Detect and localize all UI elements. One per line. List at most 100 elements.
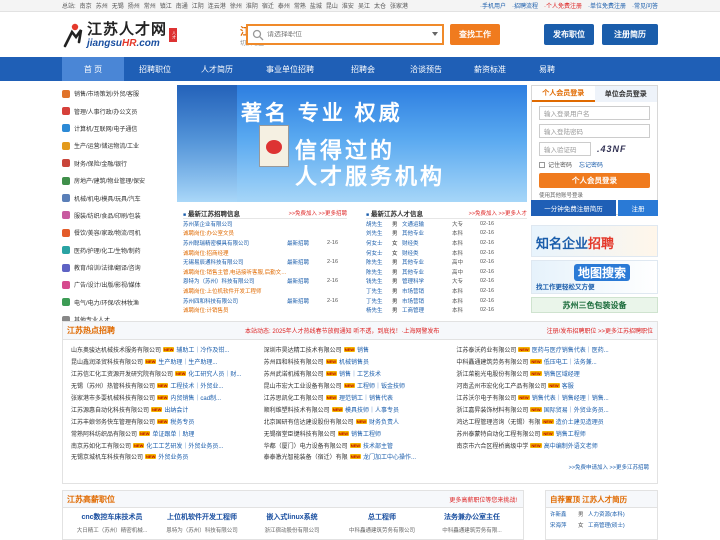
hot-company[interactable]: 江苏泰沃药业有限公司: [456, 345, 516, 354]
high-salary-job[interactable]: 法务兼办公室主任: [429, 512, 515, 522]
hot-job-row[interactable]: 无锡宿堂臣键科技有限公司 NEW 销售工程师: [264, 427, 457, 439]
hot-job-row[interactable]: 江苏丰娘邻务快车管理有限公司 NEW 税务专员: [71, 415, 264, 427]
talent-row[interactable]: 丁先生男市场营销 本科 02-16: [366, 286, 527, 296]
hot-job-titles[interactable]: 销售工程师: [351, 429, 381, 438]
hot-company[interactable]: 鸿达工程管理咨询（无锡）有限: [456, 417, 540, 426]
hot-job-row[interactable]: 深圳市昊达精工技术有限公司 NEW 销售: [264, 344, 457, 356]
job-company[interactable]: 诚聘岗位:计销售员: [183, 306, 287, 314]
hot-job-row[interactable]: 苏州泰蒙特自动化工程有限公司 NEW 销售工程师: [456, 427, 649, 439]
talent-name[interactable]: 丁先生: [366, 287, 392, 295]
talent-job[interactable]: 其他专业: [402, 229, 452, 237]
high-salary-card[interactable]: 嵌入式linux系统 浙江宿动股份有限公司: [249, 512, 335, 534]
hot-company[interactable]: 昆山鑫润泽贸科技有限公司: [71, 357, 143, 366]
top-link[interactable]: ·个人免费注册: [544, 1, 582, 10]
job-company[interactable]: 苏州四和科技有限公司: [183, 297, 287, 305]
high-salary-card[interactable]: 总工程师 中科矗通建筑劳务有限公司: [339, 512, 425, 534]
category-item[interactable]: 房地产/建筑/物业管理/保安: [62, 172, 174, 189]
city-link[interactable]: 泰州: [278, 1, 290, 10]
talent-job[interactable]: 其他专业: [402, 258, 452, 266]
category-item[interactable]: 电气/电力/环保/农林牧渔: [62, 294, 174, 311]
job-company[interactable]: 恩特为（苏州）科技有限公司: [183, 277, 287, 285]
hot-job-row[interactable]: 江苏信汇化工资源开发研究院有限公司 NEW 化工研究人员｜财...: [71, 368, 264, 380]
hot-job-titles[interactable]: 技术部主管: [363, 441, 393, 450]
hot-company[interactable]: 北京国研有信达建设股份有限公司: [264, 417, 354, 426]
talent-job[interactable]: 财经类: [402, 239, 452, 247]
hot-job-row[interactable]: 昆山鑫润泽贸科技有限公司 NEW 生产助理｜生产助理...: [71, 356, 264, 368]
talent-row[interactable]: 何女士女财经类 本科 02-16: [366, 238, 527, 248]
category-item[interactable]: 机械/机电/模具/玩具/汽车: [62, 189, 174, 206]
city-link[interactable]: 徐州: [230, 1, 242, 10]
city-link[interactable]: 连云港: [208, 1, 226, 10]
talent-name[interactable]: 陈先生: [366, 258, 392, 266]
job-search-input[interactable]: [267, 31, 417, 38]
job-company[interactable]: 诚聘岗位:上位机软件开发工程师: [183, 287, 287, 295]
register-resume-button[interactable]: 注册简历: [602, 24, 658, 45]
top-link[interactable]: ·常见问答: [632, 1, 658, 10]
login-button[interactable]: 个人会员登录: [539, 173, 650, 188]
talent-row[interactable]: 钱先生男管理科学 大专 02-16: [366, 277, 527, 287]
hot-company[interactable]: 浙江菜能光电股份有限公司: [456, 369, 528, 378]
hot-company[interactable]: 江苏沃尔电子有限公司: [456, 393, 516, 402]
talent-name[interactable]: 杨先生: [366, 306, 392, 314]
nav-item[interactable]: 薪资标准: [458, 57, 522, 81]
hot-job-row[interactable]: 江苏思凯化工有限公司 NEW 理范销工｜销售代表: [264, 392, 457, 404]
find-job-button[interactable]: 查找工作: [450, 24, 500, 45]
top-link[interactable]: ·招聘流程: [512, 1, 538, 10]
talent-name[interactable]: 钱先生: [366, 277, 392, 285]
city-link[interactable]: 昆山: [326, 1, 338, 10]
packaging-ad[interactable]: 苏州三色包装设备: [531, 297, 658, 313]
high-salary-job[interactable]: cnc数控车床技术员: [69, 512, 155, 522]
hot-job-titles[interactable]: 客服: [562, 381, 574, 390]
hot-job-titles[interactable]: 模具技师｜人事专员: [345, 405, 399, 414]
resume-name[interactable]: 许新鑫: [550, 510, 578, 518]
hot-company[interactable]: 泰泰激光智能装备（宿迁）有限: [264, 452, 348, 461]
job-row[interactable]: 恩特为（苏州）科技有限公司 最新招聘 2-16: [183, 277, 347, 287]
talent-name[interactable]: 丁先生: [366, 297, 392, 305]
hot-company[interactable]: 苏州武诺机械有限公司: [264, 369, 324, 378]
job-row[interactable]: 苏州某企业有限公司: [183, 219, 347, 229]
category-item[interactable]: 生产/运营/储运物流/工业: [62, 137, 174, 154]
nav-item[interactable]: 洽谈预告: [394, 57, 458, 81]
hot-company[interactable]: 南京苏如化工有限公司: [71, 441, 131, 450]
hot-company[interactable]: 张家港市多耍机械科技有限公司: [71, 393, 155, 402]
hot-job-titles[interactable]: 化工工艺研发｜外贸业务员...: [146, 441, 223, 450]
hot-company[interactable]: 无锡（苏州）热管科技有限公司: [71, 381, 155, 390]
category-item[interactable]: 医药/护理/化工/生物/制药: [62, 242, 174, 259]
hot-job-titles[interactable]: 辅助工｜冷作及钳...: [176, 345, 229, 354]
hot-job-row[interactable]: 江苏源惠自动化科技有限公司 NEW 出纳会计: [71, 403, 264, 415]
city-link[interactable]: 淮安: [342, 1, 354, 10]
resume-position[interactable]: 工商管理(硕士): [588, 521, 625, 529]
hot-job-titles[interactable]: 外贸业务员: [158, 452, 188, 461]
hot-job-titles[interactable]: 龙门加工中心操作...: [363, 452, 416, 461]
job-row[interactable]: 苏州四和科技有限公司 最新招聘 2-16: [183, 296, 347, 306]
hot-jobs-more[interactable]: 注册/发布招聘职位 >>更多江苏招聘职位: [547, 326, 653, 335]
password-field[interactable]: 输入登陆密码: [539, 124, 650, 138]
hot-job-titles[interactable]: 销售｜工艺技术: [339, 369, 381, 378]
hot-job-titles[interactable]: 化工研究人员｜财...: [188, 369, 241, 378]
talent-name[interactable]: 胡先生: [366, 220, 392, 228]
hot-job-titles[interactable]: 内贸销售｜cad制...: [170, 393, 221, 402]
city-link[interactable]: 无锡: [112, 1, 124, 10]
talent-name[interactable]: 何女士: [366, 239, 392, 247]
job-row[interactable]: 诚聘岗位:办公室文员: [183, 229, 347, 239]
hot-jobs-foot[interactable]: >>免费申请加入 >>更多江苏招聘: [63, 463, 657, 471]
city-link[interactable]: 江阴: [192, 1, 204, 10]
hot-job-row[interactable]: 无锡京城机车科技有限公司 NEW 外贸业务员: [71, 451, 264, 463]
post-job-button[interactable]: 发布职位: [544, 24, 594, 45]
hot-job-titles[interactable]: 造价土建见造理员: [556, 417, 604, 426]
job-company[interactable]: 诚聘岗位:招商经理: [183, 249, 287, 257]
hot-job-row[interactable]: 昆山市宏大工业设备有限公司 NEW 工程师｜钣金技师: [264, 380, 457, 392]
hot-job-row[interactable]: 南京苏如化工有限公司 NEW 化工工艺研发｜外贸业务员...: [71, 439, 264, 451]
username-field[interactable]: 输入登录用户名: [539, 106, 650, 120]
hot-company[interactable]: 苏州泰蒙特自动化工程有限公司: [456, 429, 540, 438]
hot-job-row[interactable]: 泰泰激光智能装备（宿迁）有限 NEW 龙门加工中心操作...: [264, 451, 457, 463]
job-row[interactable]: 诚聘岗位:招商经理: [183, 248, 347, 258]
high-salary-job[interactable]: 总工程师: [339, 512, 425, 522]
forgot-password-link[interactable]: 忘记密码: [579, 160, 603, 169]
category-item[interactable]: 餐饮/美容/家政/物流/司机: [62, 224, 174, 241]
hot-job-titles[interactable]: 生产助理｜生产助理...: [158, 357, 217, 366]
hot-company[interactable]: 深圳市昊达精工技术有限公司: [264, 345, 342, 354]
job-company[interactable]: 苏州某企业有限公司: [183, 220, 287, 228]
talent-job[interactable]: 其他专业: [402, 268, 452, 276]
captcha-field[interactable]: 输入验证码: [539, 142, 591, 156]
